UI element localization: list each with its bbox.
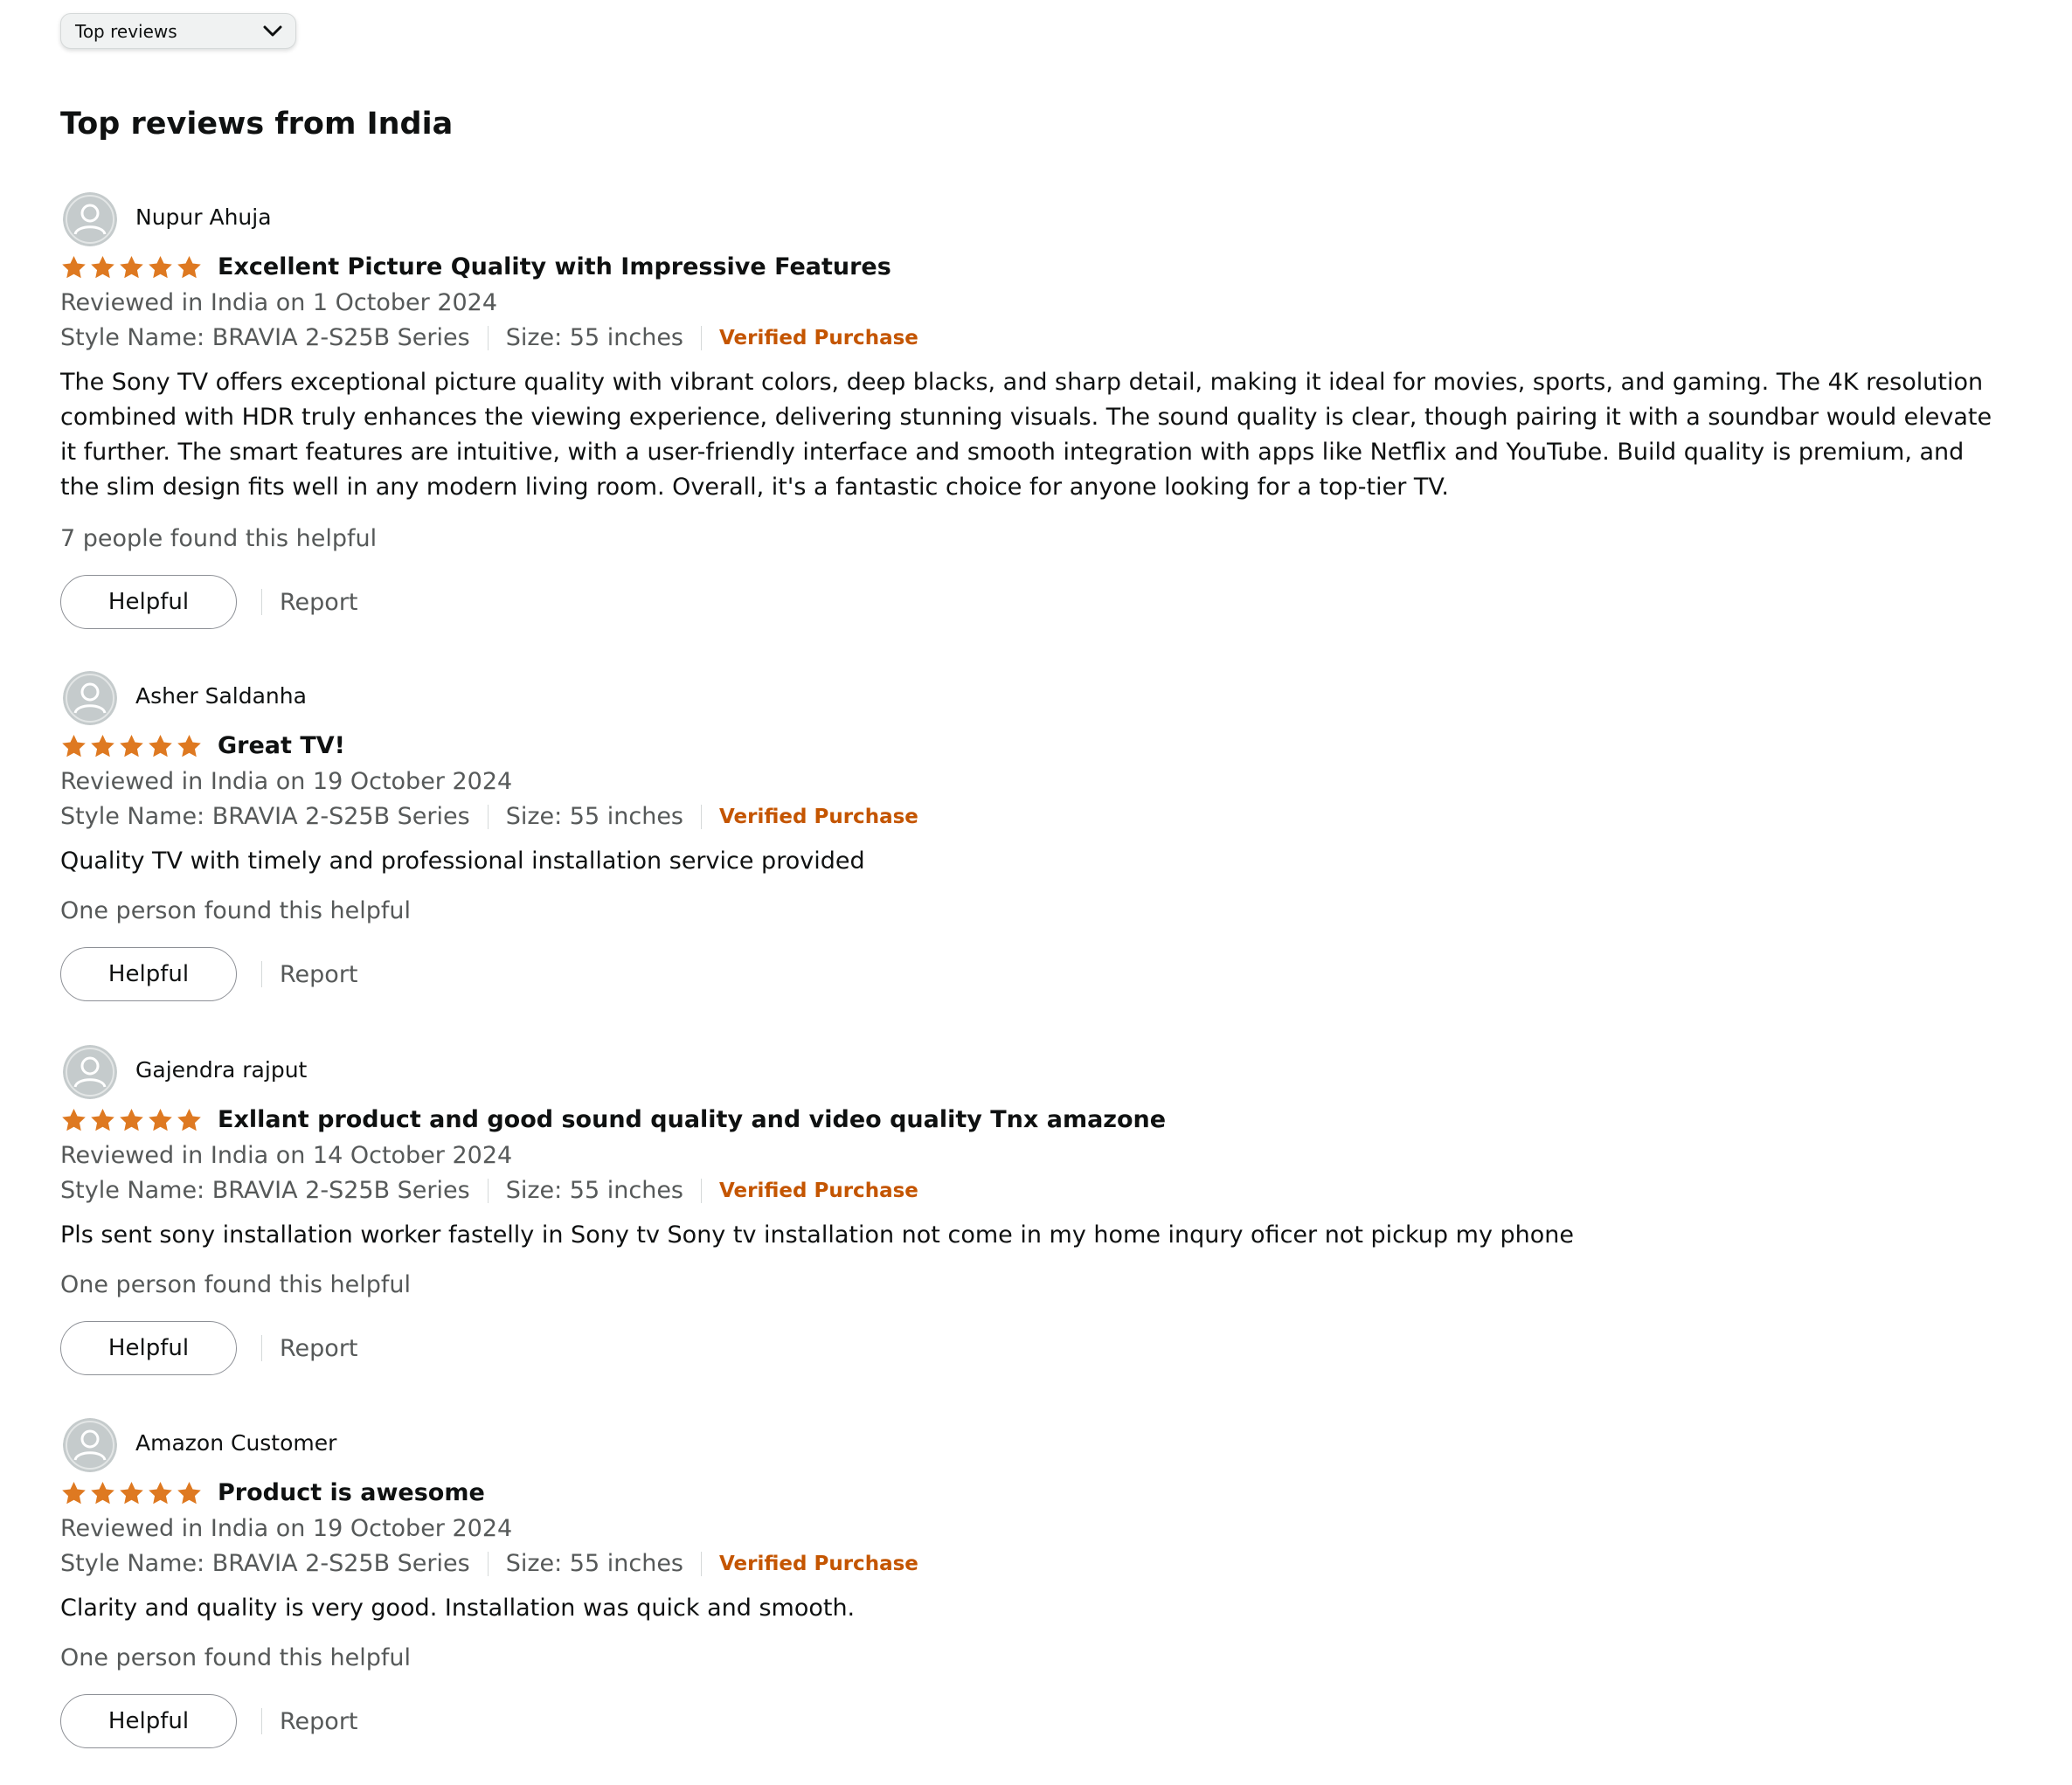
review-meta: Style Name: BRAVIA 2-S25B Series Size: 5… <box>60 324 918 351</box>
star-icon <box>149 255 172 279</box>
review-actions: Helpful Report <box>60 575 358 629</box>
star-icon <box>62 734 86 758</box>
report-link[interactable]: Report <box>280 1335 358 1362</box>
size-label: Size: 55 inches <box>505 1177 683 1204</box>
star-icon <box>62 1481 86 1505</box>
verified-purchase-badge: Verified Purchase <box>719 1179 918 1202</box>
sort-dropdown[interactable]: Top reviews <box>60 13 296 49</box>
star-icon <box>149 734 172 758</box>
divider <box>701 325 702 350</box>
avatar-icon <box>63 1418 117 1472</box>
star-icon <box>149 1481 172 1505</box>
star-icon <box>177 1481 201 1505</box>
review-body: The Sony TV offers exceptional picture q… <box>60 369 1992 501</box>
report-link[interactable]: Report <box>280 1708 358 1735</box>
star-icon <box>177 255 201 279</box>
divider <box>261 1335 262 1361</box>
chevron-down-icon <box>262 21 283 42</box>
star-icon <box>120 1108 143 1131</box>
size-label: Size: 55 inches <box>505 1550 683 1577</box>
review-title[interactable]: Exllant product and good sound quality a… <box>218 1106 1166 1133</box>
review-date: Reviewed in India on 1 October 2024 <box>60 289 498 316</box>
review-author[interactable]: Gajendra rajput <box>135 1057 307 1083</box>
verified-purchase-badge: Verified Purchase <box>719 1552 918 1575</box>
verified-purchase-badge: Verified Purchase <box>719 326 918 349</box>
report-link[interactable]: Report <box>280 961 358 988</box>
review-date: Reviewed in India on 19 October 2024 <box>60 768 513 795</box>
divider <box>487 325 489 350</box>
star-icon <box>177 734 201 758</box>
divider <box>487 1551 489 1576</box>
review-date: Reviewed in India on 14 October 2024 <box>60 1142 513 1169</box>
sort-dropdown-label: Top reviews <box>75 20 177 42</box>
style-name[interactable]: Style Name: BRAVIA 2-S25B Series <box>60 1177 470 1204</box>
avatar-icon <box>63 671 117 725</box>
style-name[interactable]: Style Name: BRAVIA 2-S25B Series <box>60 324 470 351</box>
star-icon <box>91 1481 114 1505</box>
star-icon <box>149 1108 172 1131</box>
divider <box>261 1708 262 1734</box>
star-icon <box>62 1108 86 1131</box>
review-meta: Style Name: BRAVIA 2-S25B Series Size: 5… <box>60 803 918 830</box>
helpful-count: One person found this helpful <box>60 897 411 924</box>
star-icon <box>91 1108 114 1131</box>
helpful-button[interactable]: Helpful <box>60 575 237 629</box>
star-rating[interactable] <box>60 1480 203 1507</box>
review-card: Asher Saldanha Great TV! Reviewed in Ind… <box>0 671 2072 1038</box>
review-actions: Helpful Report <box>60 1321 358 1375</box>
size-label: Size: 55 inches <box>505 324 683 351</box>
divider <box>487 1178 489 1203</box>
avatar-icon <box>63 192 117 246</box>
review-actions: Helpful Report <box>60 1694 358 1748</box>
review-card: Nupur Ahuja Excellent Picture Quality wi… <box>0 192 2072 629</box>
review-author[interactable]: Amazon Customer <box>135 1430 336 1456</box>
review-card: Gajendra rajput Exllant product and good… <box>0 1045 2072 1412</box>
star-icon <box>62 255 86 279</box>
star-icon <box>120 1481 143 1505</box>
star-icon <box>91 255 114 279</box>
divider <box>261 589 262 615</box>
report-link[interactable]: Report <box>280 589 358 616</box>
style-name[interactable]: Style Name: BRAVIA 2-S25B Series <box>60 1550 470 1577</box>
divider <box>701 1551 702 1576</box>
avatar-icon <box>63 1045 117 1099</box>
divider <box>487 804 489 829</box>
divider <box>261 961 262 987</box>
star-rating[interactable] <box>60 733 203 760</box>
style-name[interactable]: Style Name: BRAVIA 2-S25B Series <box>60 803 470 830</box>
review-card: Amazon Customer Product is awesome Revie… <box>0 1418 2072 1785</box>
divider <box>701 1178 702 1203</box>
helpful-count: One person found this helpful <box>60 1644 411 1671</box>
review-title[interactable]: Excellent Picture Quality with Impressiv… <box>218 253 891 280</box>
review-body: Clarity and quality is very good. Instal… <box>60 1595 856 1622</box>
helpful-button[interactable]: Helpful <box>60 1694 237 1748</box>
review-title[interactable]: Great TV! <box>218 732 345 759</box>
divider <box>701 804 702 829</box>
verified-purchase-badge: Verified Purchase <box>719 805 918 828</box>
star-icon <box>120 255 143 279</box>
star-icon <box>177 1108 201 1131</box>
page-title: Top reviews from India <box>60 107 454 142</box>
review-title[interactable]: Product is awesome <box>218 1479 485 1506</box>
review-author[interactable]: Asher Saldanha <box>135 683 307 709</box>
star-rating[interactable] <box>60 254 203 281</box>
review-actions: Helpful Report <box>60 947 358 1001</box>
review-body: Quality TV with timely and professional … <box>60 848 865 875</box>
review-meta: Style Name: BRAVIA 2-S25B Series Size: 5… <box>60 1177 918 1204</box>
helpful-count: One person found this helpful <box>60 1271 411 1298</box>
helpful-button[interactable]: Helpful <box>60 1321 237 1375</box>
review-date: Reviewed in India on 19 October 2024 <box>60 1515 513 1542</box>
helpful-button[interactable]: Helpful <box>60 947 237 1001</box>
star-icon <box>91 734 114 758</box>
helpful-count: 7 people found this helpful <box>60 525 378 552</box>
review-author[interactable]: Nupur Ahuja <box>135 204 272 230</box>
star-rating[interactable] <box>60 1107 203 1134</box>
review-meta: Style Name: BRAVIA 2-S25B Series Size: 5… <box>60 1550 918 1577</box>
star-icon <box>120 734 143 758</box>
size-label: Size: 55 inches <box>505 803 683 830</box>
review-body: Pls sent sony installation worker fastel… <box>60 1221 1574 1249</box>
